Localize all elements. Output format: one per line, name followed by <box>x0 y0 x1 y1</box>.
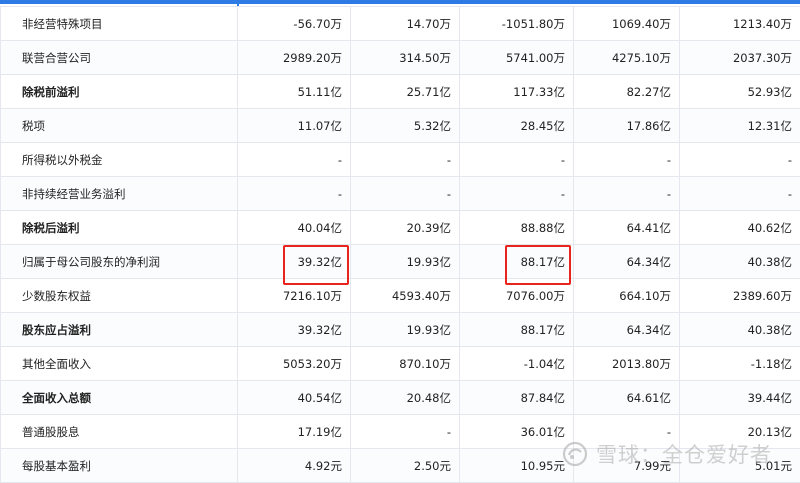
table-cell: 25.71亿 <box>351 75 460 109</box>
table-cell: - <box>460 177 574 211</box>
table-cell: 11.07亿 <box>238 109 351 143</box>
top-accent-line <box>0 0 800 4</box>
table-cell: 51.11亿 <box>238 75 351 109</box>
row-label: 普通股股息 <box>1 415 238 449</box>
table-row: 少数股东权益7216.10万4593.40万7076.00万664.10万238… <box>1 279 800 313</box>
table-cell: -1051.80万 <box>460 7 574 41</box>
table-cell: 64.34亿 <box>574 313 680 347</box>
table-cell: - <box>680 177 800 211</box>
table-cell: - <box>574 143 680 177</box>
table-cell: 314.50万 <box>351 41 460 75</box>
row-label: 每股基本盈利 <box>1 449 238 483</box>
table-cell: 40.38亿 <box>680 313 800 347</box>
table-row: 其他全面收入5053.20万870.10万-1.04亿2013.80万-1.18… <box>1 347 800 381</box>
table-cell: 10.95元 <box>460 449 574 483</box>
watermark-text: 雪球：全仓爱好者 <box>596 439 772 469</box>
table-cell: 4593.40万 <box>351 279 460 313</box>
table-cell: 14.70万 <box>351 7 460 41</box>
table-cell: 20.39亿 <box>351 211 460 245</box>
table-cell: - <box>351 177 460 211</box>
table-row: 股东应占溢利39.32亿19.93亿88.17亿64.34亿40.38亿 <box>1 313 800 347</box>
table-row: 非持续经营业务溢利----- <box>1 177 800 211</box>
table-cell: 28.45亿 <box>460 109 574 143</box>
table-cell: 870.10万 <box>351 347 460 381</box>
table-cell: -1.04亿 <box>460 347 574 381</box>
table-cell: 664.10万 <box>574 279 680 313</box>
table-cell: 40.54亿 <box>238 381 351 415</box>
row-label: 非持续经营业务溢利 <box>1 177 238 211</box>
row-label: 联营合营公司 <box>1 41 238 75</box>
table-row: 所得税以外税金----- <box>1 143 800 177</box>
snowball-logo-icon <box>560 441 590 467</box>
row-label: 股东应占溢利 <box>1 313 238 347</box>
table-cell: 52.93亿 <box>680 75 800 109</box>
table-cell: 17.19亿 <box>238 415 351 449</box>
table-row: 联营合营公司2989.20万314.50万5741.00万4275.10万203… <box>1 41 800 75</box>
table-cell: - <box>680 143 800 177</box>
table-cell: 2.50元 <box>351 449 460 483</box>
row-label: 少数股东权益 <box>1 279 238 313</box>
table-row: 除税前溢利51.11亿25.71亿117.33亿82.27亿52.93亿 <box>1 75 800 109</box>
table-cell: 2037.30万 <box>680 41 800 75</box>
table-cell: 5741.00万 <box>460 41 574 75</box>
table-cell: 2989.20万 <box>238 41 351 75</box>
table-cell: 39.44亿 <box>680 381 800 415</box>
table-cell: 17.86亿 <box>574 109 680 143</box>
table-cell: 1069.40万 <box>574 7 680 41</box>
table-cell: 117.33亿 <box>460 75 574 109</box>
table-cell: 4275.10万 <box>574 41 680 75</box>
table-cell: 88.88亿 <box>460 211 574 245</box>
row-label: 全面收入总额 <box>1 381 238 415</box>
table-cell: 82.27亿 <box>574 75 680 109</box>
table-cell: - <box>238 177 351 211</box>
table-cell: 88.17亿 <box>460 313 574 347</box>
table-cell: 87.84亿 <box>460 381 574 415</box>
table-cell: 5.32亿 <box>351 109 460 143</box>
table-cell: 40.62亿 <box>680 211 800 245</box>
table-cell: 36.01亿 <box>460 415 574 449</box>
table-cell: - <box>351 415 460 449</box>
row-label: 非经营特殊项目 <box>1 7 238 41</box>
income-statement-table: 非经营特殊项目-56.70万14.70万-1051.80万1069.40万121… <box>0 6 800 483</box>
table-cell: 64.41亿 <box>574 211 680 245</box>
table-cell: 64.61亿 <box>574 381 680 415</box>
table-cell: 5053.20万 <box>238 347 351 381</box>
table-cell: - <box>460 143 574 177</box>
table-cell: 2389.60万 <box>680 279 800 313</box>
row-label: 税项 <box>1 109 238 143</box>
table-row: 归属于母公司股东的净利润39.32亿19.93亿88.17亿64.34亿40.3… <box>1 245 800 279</box>
table-row: 税项11.07亿5.32亿28.45亿17.86亿12.31亿 <box>1 109 800 143</box>
row-label: 归属于母公司股东的净利润 <box>1 245 238 279</box>
table-cell: -1.18亿 <box>680 347 800 381</box>
table-row: 非经营特殊项目-56.70万14.70万-1051.80万1069.40万121… <box>1 7 800 41</box>
table-cell: -56.70万 <box>238 7 351 41</box>
table-cell: 2013.80万 <box>574 347 680 381</box>
table-cell: 39.32亿 <box>238 313 351 347</box>
row-label: 其他全面收入 <box>1 347 238 381</box>
table-cell: - <box>238 143 351 177</box>
table-row: 除税后溢利40.04亿20.39亿88.88亿64.41亿40.62亿 <box>1 211 800 245</box>
table-cell: 12.31亿 <box>680 109 800 143</box>
row-label: 除税前溢利 <box>1 75 238 109</box>
highlight-box-col1 <box>283 245 349 285</box>
row-label: 除税后溢利 <box>1 211 238 245</box>
table-cell: 40.38亿 <box>680 245 800 279</box>
table-row: 全面收入总额40.54亿20.48亿87.84亿64.61亿39.44亿 <box>1 381 800 415</box>
table-cell: 64.34亿 <box>574 245 680 279</box>
watermark: 雪球：全仓爱好者 <box>560 438 772 470</box>
table-cell: 4.92元 <box>238 449 351 483</box>
table-body: 非经营特殊项目-56.70万14.70万-1051.80万1069.40万121… <box>1 7 800 483</box>
table-cell: 19.93亿 <box>351 245 460 279</box>
table-cell: 40.04亿 <box>238 211 351 245</box>
table-cell: - <box>574 177 680 211</box>
row-label: 所得税以外税金 <box>1 143 238 177</box>
table-cell: 19.93亿 <box>351 313 460 347</box>
table-cell: - <box>351 143 460 177</box>
table-cell: 1213.40万 <box>680 7 800 41</box>
table-cell: 20.48亿 <box>351 381 460 415</box>
highlight-box-col3 <box>505 245 571 285</box>
